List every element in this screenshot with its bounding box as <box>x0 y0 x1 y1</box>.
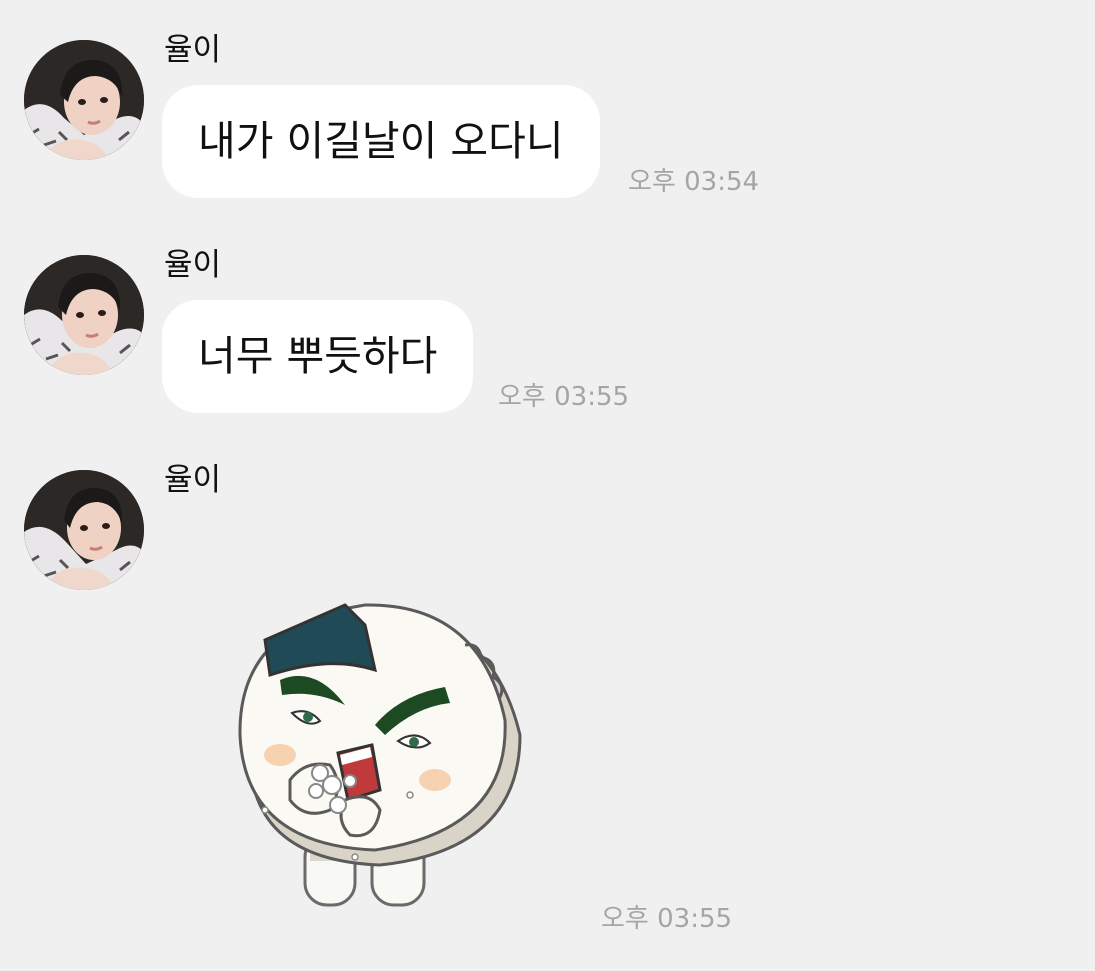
avatar[interactable] <box>24 470 144 590</box>
message-timestamp: 오후 03:54 <box>628 167 760 197</box>
profile-photo-icon <box>24 470 144 590</box>
sender-name: 율이 <box>164 462 222 498</box>
avatar[interactable] <box>24 255 144 375</box>
profile-photo-icon <box>24 255 144 375</box>
sender-name: 율이 <box>164 247 222 283</box>
message-bubble[interactable]: 내가 이길날이 오다니 <box>162 85 600 198</box>
message-row: 율이 내가 이길날이 오다니 오후 03:54 <box>0 0 1095 215</box>
avatar[interactable] <box>24 40 144 160</box>
message-timestamp: 오후 03:55 <box>601 904 733 934</box>
message-bubble[interactable]: 너무 뿌듯하다 <box>162 300 474 413</box>
message-row: 율이 너무 뿌듯하다 오후 03:55 <box>0 215 1095 430</box>
message-row: 율이 오후 03:55 <box>0 430 1095 971</box>
sender-name: 율이 <box>164 32 222 68</box>
message-timestamp: 오후 03:55 <box>498 382 630 412</box>
rice-ball-eating-sticker-icon[interactable] <box>220 595 540 915</box>
profile-photo-icon <box>24 40 144 160</box>
